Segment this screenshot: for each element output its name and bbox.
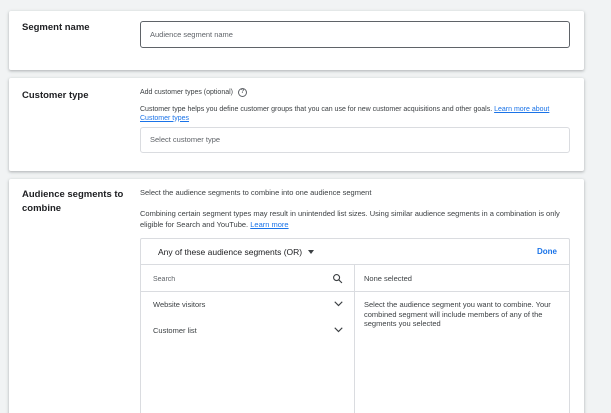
segment-name-title: Segment name: [22, 22, 90, 33]
segment-picker-panel: Any of these audience segments (OR) Done…: [140, 238, 570, 413]
customer-type-title: Customer type: [22, 90, 89, 101]
dropdown-arrow-icon: [308, 250, 315, 254]
audience-segments-title: Audience segments to combine: [22, 189, 124, 214]
customer-type-select[interactable]: Select customer type: [140, 127, 570, 153]
segment-search-input[interactable]: [153, 272, 313, 286]
selection-help-text: Select the audience segment you want to …: [364, 300, 551, 328]
search-row: [141, 265, 354, 292]
panel-header: Any of these audience segments (OR) Done: [141, 239, 569, 265]
segment-name-card: Segment name: [9, 11, 584, 70]
segment-item-label: Customer list: [153, 326, 197, 335]
segment-name-input[interactable]: [140, 21, 570, 48]
learn-more-link[interactable]: Learn more: [250, 220, 288, 229]
customer-type-description: Customer type helps you define customer …: [140, 106, 565, 123]
segment-item-website-visitors[interactable]: Website visitors: [141, 292, 354, 318]
audience-intro-text: Select the audience segments to combine …: [140, 188, 372, 197]
segment-item-customer-list[interactable]: Customer list: [141, 318, 354, 344]
customer-type-card: Customer type Add customer types (option…: [9, 78, 584, 171]
segment-item-label: Website visitors: [153, 300, 206, 309]
help-icon[interactable]: ?: [238, 88, 247, 97]
chevron-down-icon[interactable]: [334, 301, 343, 307]
customer-type-optional-label: Add customer types (optional) ?: [140, 88, 247, 97]
none-selected-label: None selected: [364, 274, 412, 283]
optional-label-text: Add customer types (optional): [140, 89, 233, 96]
selected-header: None selected: [355, 265, 569, 292]
audience-note: Combining certain segment types may resu…: [140, 208, 572, 230]
selected-segments-column: None selected Select the audience segmen…: [355, 265, 569, 413]
done-button[interactable]: Done: [537, 247, 557, 256]
search-icon[interactable]: [332, 273, 343, 284]
audience-segments-card: Audience segments to combine Select the …: [9, 179, 584, 413]
chevron-down-icon[interactable]: [334, 327, 343, 333]
combine-mode-dropdown[interactable]: Any of these audience segments (OR): [158, 247, 315, 257]
combine-mode-label: Any of these audience segments (OR): [158, 247, 303, 257]
customer-type-description-text: Customer type helps you define customer …: [140, 106, 493, 113]
segment-list-column: Website visitors Customer list: [141, 265, 355, 413]
audience-note-text: Combining certain segment types may resu…: [140, 209, 560, 229]
